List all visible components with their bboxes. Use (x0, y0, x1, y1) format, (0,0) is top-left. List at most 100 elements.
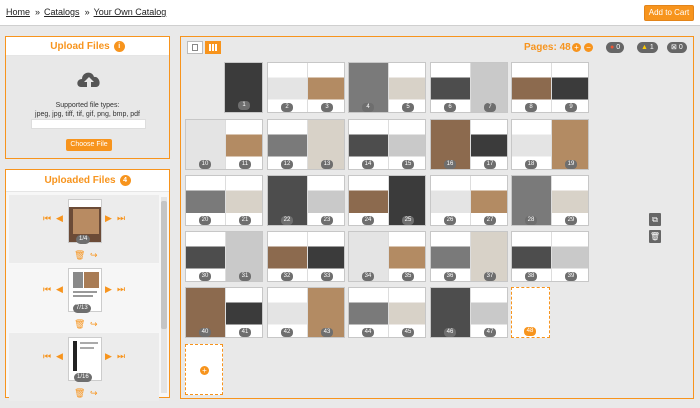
page-spread[interactable]: 28 29 (511, 175, 589, 226)
page-spread[interactable]: 10 11 (185, 119, 263, 170)
page-number-badge: 45 (402, 328, 414, 337)
page-number-badge: 30 (199, 272, 211, 281)
add-page-icon[interactable]: + (572, 43, 581, 52)
page-spread[interactable]: 46 47 (430, 287, 508, 338)
first-page-icon[interactable]: ⏮ (43, 213, 51, 224)
page-number-badge: 28 (525, 216, 537, 225)
page-number-badge: 25 (402, 216, 414, 225)
prev-page-icon[interactable]: ◀ (56, 284, 63, 295)
share-icon[interactable]: ↪ (90, 319, 98, 330)
page-number-badge: 37 (484, 272, 496, 281)
prev-page-icon[interactable]: ◀ (56, 213, 63, 224)
error-count-badge[interactable]: ● 0 (606, 42, 625, 53)
page-number-badge: 11 (239, 160, 251, 169)
page-number-badge: 1 (238, 101, 250, 110)
single-view-toggle[interactable] (187, 41, 203, 54)
supported-types-label: Supported file types: (55, 102, 120, 109)
page-spread[interactable]: 18 19 (511, 119, 589, 170)
prev-page-icon[interactable]: ◀ (56, 351, 63, 362)
uploaded-files-scrollbar[interactable] (161, 197, 167, 393)
breadcrumb-current-link[interactable]: Your Own Catalog (94, 7, 167, 17)
page-spread[interactable]: 67 (430, 62, 508, 113)
remove-page-icon[interactable]: − (584, 43, 593, 52)
page-spread[interactable]: 42 43 (267, 287, 345, 338)
page-number-badge: 5 (402, 103, 414, 112)
page-number-badge: 35 (402, 272, 414, 281)
page-spread[interactable]: 40 41 (185, 287, 263, 338)
empty-count: 0 (678, 44, 683, 51)
empty-page-slot[interactable]: 48 (511, 287, 589, 338)
scrollbar-thumb[interactable] (161, 201, 167, 329)
page-number-badge: 31 (239, 272, 251, 281)
page-spread[interactable]: 12 13 (267, 119, 345, 170)
page-number-badge: 38 (525, 272, 537, 281)
page-spread[interactable]: 24 25 (348, 175, 426, 226)
last-page-icon[interactable]: ⏭ (117, 284, 125, 295)
page-spread[interactable]: 16 17 (430, 119, 508, 170)
page-number-badge: 22 (281, 216, 293, 225)
page-spread[interactable]: 1 (185, 62, 263, 113)
upload-files-panel: Upload Files i Supported file types: jpeg… (5, 36, 170, 159)
warning-icon: ▲ (641, 44, 648, 51)
share-icon[interactable]: ↪ (90, 388, 98, 399)
page-spread[interactable]: 26 27 (430, 175, 508, 226)
delete-icon[interactable]: 🗑 (74, 319, 85, 330)
first-page-icon[interactable]: ⏮ (43, 284, 51, 295)
page-number-badge: 14 (362, 160, 374, 169)
add-page-slot[interactable]: + (185, 344, 223, 395)
page-spread[interactable]: 30 31 (185, 231, 263, 282)
copy-page-icon[interactable]: ⧉ (649, 213, 661, 226)
uploaded-file-item[interactable]: ⏮ ◀ 7/13 ▶ ⏭ 🗑 ↪ (9, 264, 159, 332)
page-spread[interactable]: 36 37 (430, 231, 508, 282)
uploaded-files-title: Uploaded Files (44, 175, 116, 186)
page-spread[interactable]: 20 21 (185, 175, 263, 226)
file-path-field[interactable] (31, 119, 146, 129)
choose-file-button[interactable]: Choose File (66, 139, 112, 151)
page-number-badge: 7 (484, 103, 496, 112)
share-icon[interactable]: ↪ (90, 250, 98, 261)
page-number-badge: 39 (565, 272, 577, 281)
info-icon[interactable]: i (113, 41, 125, 52)
page-number-badge: 24 (362, 216, 374, 225)
page-spread[interactable]: 23 (267, 62, 345, 113)
last-page-icon[interactable]: ⏭ (117, 351, 125, 362)
add-to-cart-button[interactable]: Add to Cart (644, 5, 694, 21)
uploaded-file-item[interactable]: ⏮ ◀ 1/4 ▶ ⏭ 🗑 ↪ (9, 195, 159, 263)
page-number-badge: 19 (565, 160, 577, 169)
page-spread[interactable]: 34 35 (348, 231, 426, 282)
page-number-badge: 23 (321, 216, 333, 225)
page-number-badge: 15 (402, 160, 414, 169)
breadcrumb-home-link[interactable]: Home (6, 7, 30, 17)
page-spread[interactable]: 89 (511, 62, 589, 113)
page-number-badge: 17 (484, 160, 496, 169)
next-page-icon[interactable]: ▶ (105, 213, 112, 224)
page-spread[interactable]: 14 15 (348, 119, 426, 170)
last-page-icon[interactable]: ⏭ (117, 213, 125, 224)
delete-icon[interactable]: 🗑 (74, 388, 85, 399)
page-spread[interactable]: 44 45 (348, 287, 426, 338)
page-spread[interactable]: 38 39 (511, 231, 589, 282)
warning-count-badge[interactable]: ▲ 1 (637, 42, 658, 53)
page-number-badge: 8 (525, 103, 537, 112)
delete-icon[interactable]: 🗑 (74, 250, 85, 261)
page-number-badge: 3 (321, 103, 333, 112)
error-count: 0 (616, 44, 621, 51)
page-spread[interactable]: 45 (348, 62, 426, 113)
page-number-badge: 43 (321, 328, 333, 337)
add-page-plus-icon[interactable]: + (200, 366, 209, 375)
first-page-icon[interactable]: ⏮ (43, 351, 51, 362)
file-page-counter: 1/16 (74, 373, 92, 382)
page-number-badge: 46 (444, 328, 456, 337)
grid-view-toggle[interactable] (205, 41, 221, 54)
page-number-badge: 48 (524, 327, 536, 336)
next-page-icon[interactable]: ▶ (105, 284, 112, 295)
breadcrumb-catalogs-link[interactable]: Catalogs (44, 7, 80, 17)
breadcrumb-separator: » (84, 7, 90, 17)
page-spread[interactable]: 32 33 (267, 231, 345, 282)
next-page-icon[interactable]: ▶ (105, 351, 112, 362)
delete-page-icon[interactable]: 🗑 (649, 230, 661, 243)
uploaded-file-item[interactable]: ⏮ ◀ 1/16 ▶ ⏭ 🗑 ↪ (9, 333, 159, 401)
page-spread[interactable]: 22 23 (267, 175, 345, 226)
page-number-badge: 26 (444, 216, 456, 225)
empty-count-badge[interactable]: ⊠ 0 (667, 42, 687, 53)
